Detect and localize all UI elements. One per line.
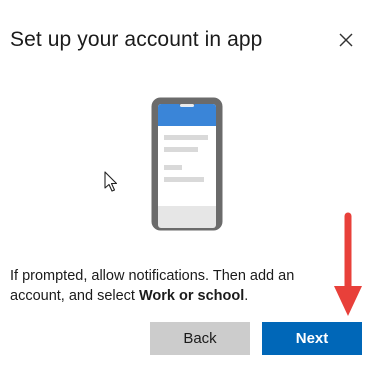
- mouse-cursor-icon: [104, 171, 118, 193]
- close-icon: [339, 33, 353, 47]
- setup-account-dialog: Set up your account in app If prompted, …: [0, 0, 388, 371]
- instruction-text: If prompted, allow notifications. Then a…: [10, 266, 350, 306]
- dialog-title: Set up your account in app: [10, 28, 263, 51]
- work-or-school-emphasis: Work or school: [138, 288, 245, 304]
- instruction-text-part2: .: [244, 288, 249, 304]
- phone-illustration: [150, 96, 224, 232]
- close-button[interactable]: [335, 29, 357, 51]
- back-button[interactable]: Back: [150, 322, 250, 355]
- next-button[interactable]: Next: [262, 322, 362, 355]
